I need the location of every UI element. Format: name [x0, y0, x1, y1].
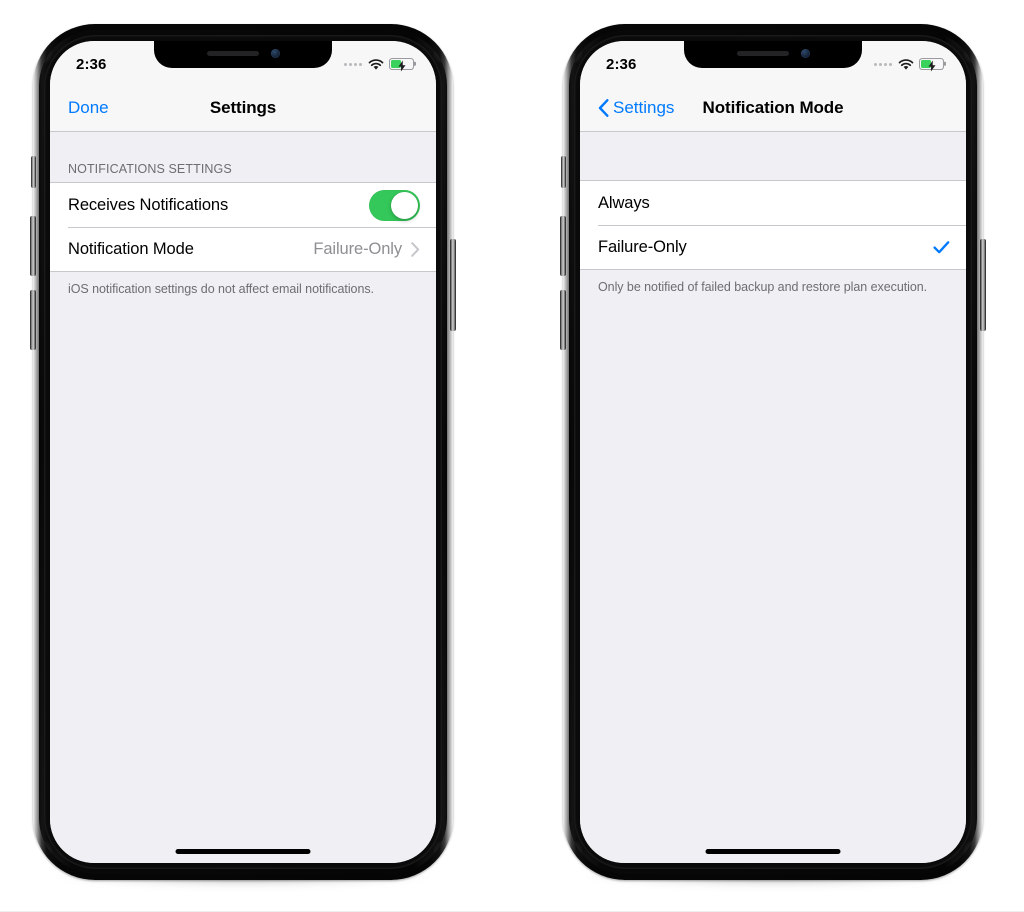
- section-footnote: Only be notified of failed backup and re…: [598, 280, 928, 294]
- status-bar-indicators: [874, 58, 944, 72]
- wifi-icon: [898, 58, 914, 70]
- chevron-right-icon: [411, 241, 420, 257]
- status-bar-indicators: [344, 58, 414, 72]
- row-notification-mode[interactable]: Notification Mode Failure-Only: [50, 227, 436, 271]
- done-button[interactable]: Done: [68, 98, 109, 118]
- option-row-failure-only[interactable]: Failure-Only: [580, 225, 966, 269]
- checkmark-icon: [933, 240, 950, 255]
- phone-device-notification-mode: 2:36 Settings Notification Mode Always F…: [560, 24, 986, 886]
- navigation-bar: Done Settings: [50, 85, 436, 132]
- chevron-left-icon: [598, 99, 609, 117]
- status-bar-time: 2:36: [76, 55, 107, 73]
- row-receives-notifications[interactable]: Receives Notifications: [50, 183, 436, 227]
- front-camera-icon: [800, 48, 810, 58]
- row-accessory: Failure-Only: [313, 240, 420, 259]
- row-label: Notification Mode: [68, 239, 194, 258]
- notch: [154, 41, 332, 68]
- section-footnote: iOS notification settings do not affect …: [68, 282, 374, 296]
- earpiece-speaker-icon: [736, 50, 789, 56]
- phone-device-settings: 2:36 Done Settings NOTIFICATIONS SETTING…: [30, 24, 456, 886]
- back-button-settings[interactable]: Settings: [598, 98, 674, 118]
- done-button-label: Done: [68, 98, 109, 117]
- screenshot-stage: 2:36 Done Settings NOTIFICATIONS SETTING…: [0, 0, 1024, 912]
- home-indicator[interactable]: [705, 849, 841, 854]
- volume-down-button[interactable]: [560, 290, 566, 350]
- row-accessory: [369, 189, 420, 221]
- row-label: Always: [598, 193, 650, 212]
- toggle-knob: [391, 191, 418, 219]
- notification-mode-value: Failure-Only: [313, 239, 402, 258]
- power-button[interactable]: [450, 239, 456, 331]
- battery-charging-icon: [919, 58, 944, 72]
- home-indicator[interactable]: [175, 849, 311, 854]
- receives-notifications-toggle[interactable]: [369, 189, 420, 221]
- mute-switch-button[interactable]: [31, 156, 36, 188]
- settings-content: NOTIFICATIONS SETTINGS Receives Notifica…: [50, 132, 436, 863]
- notification-mode-options-list: Always Failure-Only: [580, 180, 966, 270]
- earpiece-speaker-icon: [206, 50, 259, 56]
- option-row-always[interactable]: Always: [580, 181, 966, 225]
- volume-down-button[interactable]: [30, 290, 36, 350]
- row-label: Receives Notifications: [68, 195, 229, 214]
- notch: [684, 41, 862, 68]
- device-screen: 2:36: [50, 41, 436, 863]
- power-button[interactable]: [980, 239, 986, 331]
- device-screen: 2:36: [580, 41, 966, 863]
- status-bar-time: 2:36: [606, 55, 637, 73]
- signal-dots-icon: [874, 62, 892, 66]
- volume-up-button[interactable]: [30, 216, 36, 276]
- section-header-spacer: [580, 132, 966, 180]
- navigation-bar: Settings Notification Mode: [580, 85, 966, 132]
- volume-up-button[interactable]: [560, 216, 566, 276]
- wifi-icon: [368, 58, 384, 70]
- signal-dots-icon: [344, 62, 362, 66]
- settings-list: Receives Notifications Notification Mode…: [50, 182, 436, 272]
- section-header-notifications-settings: NOTIFICATIONS SETTINGS: [68, 162, 232, 176]
- row-label: Failure-Only: [598, 237, 687, 256]
- battery-charging-icon: [389, 58, 414, 72]
- notification-mode-content: Always Failure-Only Only be notified of …: [580, 132, 966, 863]
- row-accessory: [933, 240, 950, 255]
- front-camera-icon: [270, 48, 280, 58]
- back-button-label: Settings: [613, 98, 675, 117]
- mute-switch-button[interactable]: [561, 156, 566, 188]
